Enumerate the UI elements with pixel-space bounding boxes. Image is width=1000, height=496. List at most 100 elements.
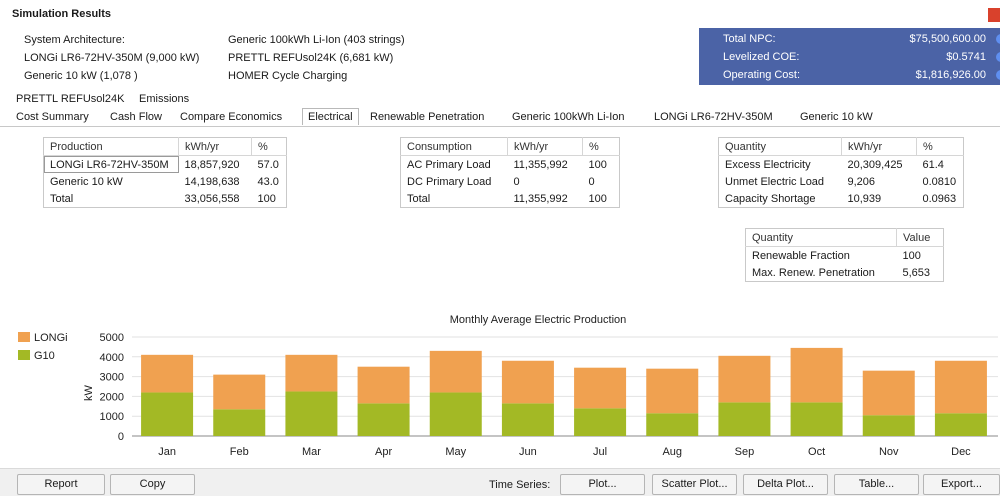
legend-label-g10: G10: [34, 350, 55, 362]
table-header-row: Production kWh/yr %: [43, 137, 287, 156]
tab-renewable-penetration[interactable]: Renewable Penetration: [370, 111, 484, 123]
column-header[interactable]: kWh/yr: [841, 137, 917, 156]
summary-label: Levelized COE:: [723, 51, 800, 63]
bar-longi-dec[interactable]: [934, 360, 987, 414]
y-tick-label: 2000: [100, 391, 124, 403]
table-cell: 20,309,425: [847, 158, 903, 171]
table-row[interactable]: Total 33,056,558 100: [44, 190, 287, 208]
tab-generator[interactable]: Generic 10 kW: [800, 111, 873, 123]
table-cell: 100: [902, 249, 921, 262]
column-header[interactable]: Quantity: [745, 228, 897, 247]
bar-longi-nov[interactable]: [862, 370, 915, 416]
tab-cash-flow[interactable]: Cash Flow: [110, 111, 162, 123]
info-dot-icon[interactable]: [996, 52, 1000, 62]
tab-prettl[interactable]: PRETTL REFUsol24K: [16, 93, 124, 105]
table-row[interactable]: Excess Electricity 20,309,425 61.4: [719, 156, 964, 174]
report-button[interactable]: Report: [17, 474, 105, 495]
close-icon[interactable]: [988, 8, 1000, 22]
y-tick-label: 4000: [100, 352, 124, 364]
table-cell: 0: [513, 175, 520, 188]
quantity-table: Quantity kWh/yr % Excess Electricity 20,…: [718, 137, 964, 208]
plot-button[interactable]: Plot...: [560, 474, 645, 495]
scatter-plot-button[interactable]: Scatter Plot...: [652, 474, 737, 495]
table-cell: Total: [407, 192, 431, 205]
bar-longi-jun[interactable]: [501, 360, 554, 404]
column-header[interactable]: Production: [43, 137, 179, 156]
x-tick-label: Jul: [593, 446, 607, 458]
table-cell: AC Primary Load: [407, 158, 491, 171]
chart-bars: [141, 347, 987, 436]
column-header[interactable]: Quantity: [718, 137, 842, 156]
bar-longi-mar[interactable]: [285, 354, 338, 392]
summary-value: $75,500,600.00: [909, 33, 986, 45]
table-row[interactable]: Unmet Electric Load 9,206 0.0810: [719, 173, 964, 190]
table-row[interactable]: Capacity Shortage 10,939 0.0963: [719, 190, 964, 208]
x-tick-label: Oct: [808, 446, 825, 458]
production-table: Production kWh/yr % LONGi LR6-72HV-350M …: [43, 137, 287, 208]
export-button[interactable]: Export...: [923, 474, 1000, 495]
bar-longi-may[interactable]: [429, 350, 482, 393]
delta-plot-button[interactable]: Delta Plot...: [743, 474, 828, 495]
bar-g10-nov[interactable]: [862, 415, 915, 436]
bar-g10-jan[interactable]: [141, 392, 194, 436]
tab-cost-summary[interactable]: Cost Summary: [16, 111, 89, 123]
column-header[interactable]: %: [582, 137, 620, 156]
column-header[interactable]: %: [916, 137, 964, 156]
table-row[interactable]: Total 11,355,992 100: [401, 190, 620, 208]
bar-longi-feb[interactable]: [213, 374, 266, 410]
table-cell: 10,939: [847, 192, 882, 205]
y-tick-label: 3000: [100, 372, 124, 384]
bar-longi-jul[interactable]: [574, 367, 627, 409]
bar-g10-mar[interactable]: [285, 391, 338, 436]
tab-row-top: PRETTL REFUsol24K Emissions: [16, 93, 996, 107]
table-row[interactable]: Renewable Fraction 100: [746, 247, 944, 265]
table-row[interactable]: Max. Renew. Penetration 5,653: [746, 264, 944, 282]
table-cell[interactable]: LONGi LR6-72HV-350M: [43, 155, 179, 173]
column-header[interactable]: kWh/yr: [507, 137, 583, 156]
bar-longi-sep[interactable]: [718, 355, 771, 403]
bar-g10-jul[interactable]: [574, 408, 627, 436]
table-cell: 43.0: [257, 175, 279, 188]
table-cell: 61.4: [922, 158, 944, 171]
bar-g10-aug[interactable]: [646, 413, 699, 436]
summary-row-operating-cost: Operating Cost: $1,816,926.00: [699, 66, 1000, 85]
table-cell: 11,355,992: [513, 192, 568, 205]
column-header[interactable]: Consumption: [400, 137, 508, 156]
table-cell: 100: [588, 192, 607, 205]
bar-g10-may[interactable]: [429, 392, 482, 436]
table-cell: 14,198,638: [184, 175, 240, 188]
copy-button[interactable]: Copy: [110, 474, 195, 495]
info-dot-icon[interactable]: [996, 34, 1000, 44]
bar-g10-feb[interactable]: [213, 409, 266, 436]
column-header[interactable]: %: [251, 137, 287, 156]
x-tick-label: Mar: [302, 446, 321, 458]
bar-longi-aug[interactable]: [646, 368, 699, 414]
column-header[interactable]: Value: [896, 228, 944, 247]
x-tick-label: Sep: [735, 446, 755, 458]
summary-row-npc: Total NPC: $75,500,600.00: [699, 30, 1000, 49]
tab-compare-economics[interactable]: Compare Economics: [180, 111, 282, 123]
info-dot-icon[interactable]: [996, 70, 1000, 80]
table-row[interactable]: Generic 10 kW 14,198,638 43.0: [44, 173, 287, 190]
tab-pv[interactable]: LONGi LR6-72HV-350M: [654, 111, 773, 123]
bar-g10-sep[interactable]: [718, 402, 771, 436]
tab-electrical[interactable]: Electrical: [302, 108, 359, 125]
table-button[interactable]: Table...: [834, 474, 919, 495]
table-row[interactable]: AC Primary Load 11,355,992 100: [401, 156, 620, 174]
y-tick-label: 1000: [100, 411, 124, 423]
tab-emissions[interactable]: Emissions: [139, 93, 189, 105]
table-cell: Total: [50, 192, 74, 205]
x-tick-label: Apr: [375, 446, 392, 458]
table-row[interactable]: LONGi LR6-72HV-350M 18,857,920 57.0: [43, 155, 287, 173]
bar-g10-apr[interactable]: [357, 403, 410, 436]
bar-g10-oct[interactable]: [790, 402, 843, 436]
bar-longi-jan[interactable]: [141, 354, 194, 393]
table-row[interactable]: DC Primary Load 0 0: [401, 173, 620, 190]
bar-g10-jun[interactable]: [501, 403, 554, 436]
tab-battery[interactable]: Generic 100kWh Li-Ion: [512, 111, 625, 123]
bar-longi-apr[interactable]: [357, 366, 410, 404]
renewable-table: Quantity Value Renewable Fraction 100 Ma…: [745, 228, 944, 282]
bar-longi-oct[interactable]: [790, 347, 843, 403]
column-header[interactable]: kWh/yr: [178, 137, 252, 156]
bar-g10-dec[interactable]: [934, 413, 987, 436]
